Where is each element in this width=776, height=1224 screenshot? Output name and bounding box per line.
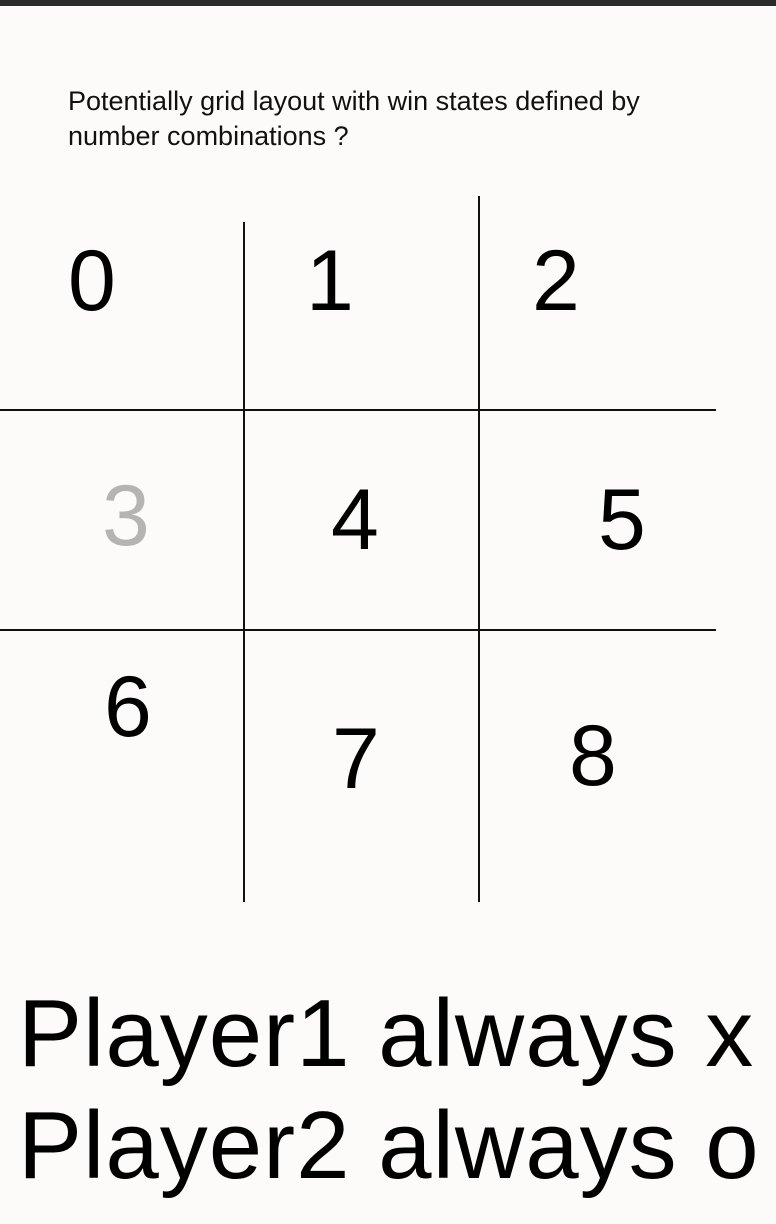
note-text: Potentially grid layout with win states … bbox=[68, 84, 748, 154]
cell-1: 1 bbox=[306, 233, 354, 329]
window-top-bar bbox=[0, 0, 776, 6]
cell-7: 7 bbox=[332, 711, 380, 807]
cell-4: 4 bbox=[331, 472, 379, 568]
grid-horizontal-line-top bbox=[0, 409, 716, 411]
cell-8: 8 bbox=[569, 708, 617, 804]
grid-vertical-line-right bbox=[478, 196, 480, 902]
cell-0: 0 bbox=[68, 233, 116, 329]
cell-3: 3 bbox=[102, 468, 150, 564]
cell-2: 2 bbox=[532, 233, 580, 329]
cell-6: 6 bbox=[104, 659, 152, 755]
cell-5: 5 bbox=[598, 472, 646, 568]
player1-rule: Player1 always x bbox=[18, 980, 755, 1087]
player2-rule: Player2 always o bbox=[18, 1092, 760, 1199]
player-rules: Player1 always x Player2 always o bbox=[18, 978, 760, 1202]
note-line-1: Potentially grid layout with win states … bbox=[68, 86, 640, 116]
note-line-2: number combinations ? bbox=[68, 121, 349, 151]
grid-vertical-line-left bbox=[243, 222, 245, 902]
grid-horizontal-line-bottom bbox=[0, 629, 716, 631]
